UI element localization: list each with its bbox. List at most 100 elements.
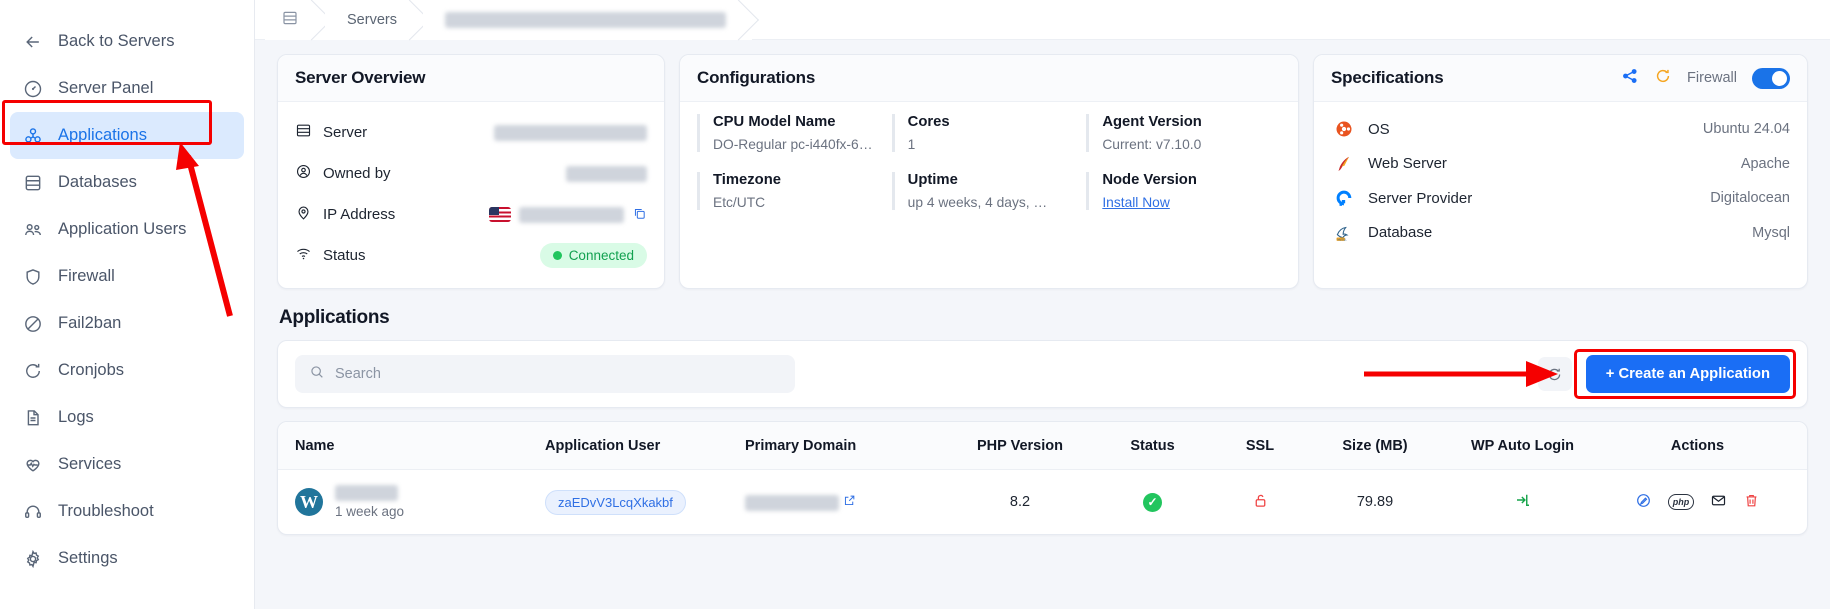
create-application-button[interactable]: + Create an Application [1585, 355, 1790, 393]
card-specifications: Specifications Firewall OS Ubuntu 24.04 … [1313, 54, 1808, 289]
cell-primary-domain: wergwerg.com [745, 494, 945, 511]
spec-value: Apache [1740, 155, 1790, 172]
mail-icon[interactable] [1710, 492, 1727, 513]
ban-icon [22, 313, 43, 334]
table-header-row: Name Application User Primary Domain PHP… [278, 422, 1807, 470]
sidebar-item-firewall[interactable]: Firewall [10, 253, 244, 300]
users-icon [22, 219, 43, 240]
mysql-dolphin-icon: MySQL [1331, 223, 1357, 243]
cell-ssl [1210, 492, 1310, 513]
trash-icon[interactable] [1743, 492, 1760, 513]
sidebar-item-applications[interactable]: Applications [10, 112, 244, 159]
sidebar-item-label: Databases [58, 173, 137, 191]
column-header-name: Name [295, 437, 335, 454]
spec-value: Ubuntu 24.04 [1702, 121, 1790, 138]
search-box[interactable] [295, 355, 795, 393]
annotation-arrow-to-create-button [1364, 361, 1558, 387]
config-cell-uptime: Uptime up 4 weeks, 4 days, … [891, 172, 1087, 210]
sidebar-item-label: Application Users [58, 220, 187, 238]
config-value: Current: v7.10.0 [1102, 137, 1202, 152]
table-row[interactable]: W wergwerg 1 week ago zaEDvV3LcqXkakbf w… [278, 470, 1807, 534]
sidebar-item-troubleshoot[interactable]: Troubleshoot [10, 488, 244, 535]
column-header-status: Status [1130, 437, 1175, 454]
refresh-icon[interactable] [1654, 67, 1672, 90]
card-body: Server whitelabel - dont - delete Owned … [278, 102, 664, 288]
application-created-ago: 1 week ago [335, 504, 405, 519]
install-now-link[interactable]: Install Now [1102, 195, 1169, 210]
config-key: Agent Version [1102, 114, 1202, 130]
status-dot-icon [552, 251, 562, 260]
overview-row-ip-address: IP Address 104.248.121.224 [295, 194, 647, 235]
sidebar-item-label: Server Panel [58, 79, 154, 97]
apps-grid-icon [22, 125, 43, 146]
content: Server Overview Server whitelabel - dont… [255, 40, 1830, 609]
sidebar-item-cronjobs[interactable]: Cronjobs [10, 347, 244, 394]
overview-row-owned-by: Owned by Smit Pipaliya [295, 153, 647, 194]
refresh-applications-button[interactable] [1537, 357, 1572, 391]
breadcrumb: Servers whitelabel - dont - delete (104.… [255, 0, 1830, 40]
column-header-application-user: Application User [545, 437, 661, 454]
overview-row-label: Server [323, 124, 368, 141]
overview-row-value: Smit Pipaliya [566, 165, 647, 182]
breadcrumb-home[interactable] [265, 0, 325, 40]
refresh-clock-icon [22, 360, 43, 381]
sidebar-item-back-to-servers[interactable]: Back to Servers [10, 18, 244, 65]
sidebar-item-fail2ban[interactable]: Fail2ban [10, 300, 244, 347]
status-ok-icon: ✓ [1143, 492, 1162, 512]
external-link-icon[interactable] [843, 495, 856, 511]
spec-label: Server Provider [1368, 189, 1473, 207]
breadcrumb-label: Servers [347, 11, 397, 28]
breadcrumb-current-server[interactable]: whitelabel - dont - delete (104.248.121.… [422, 0, 752, 40]
gear-icon [22, 548, 43, 569]
search-input[interactable] [335, 366, 781, 382]
config-cell-node-version: Node Version Install Now [1086, 172, 1281, 210]
firewall-toggle[interactable] [1752, 67, 1790, 89]
copy-icon[interactable] [632, 206, 647, 224]
config-value: Etc/UTC [713, 195, 766, 210]
config-value: DO-Regular pc-i440fx-6… [713, 137, 873, 152]
sidebar-item-server-panel[interactable]: Server Panel [10, 65, 244, 112]
config-value: 1 [907, 137, 916, 152]
cell-wp-auto-login [1440, 491, 1605, 513]
config-key: Uptime [907, 172, 958, 188]
column-header-size: Size (MB) [1342, 437, 1408, 454]
sidebar-item-settings[interactable]: Settings [10, 535, 244, 582]
cell-size-mb: 79.89 [1356, 494, 1394, 510]
card-title: Specifications [1331, 68, 1444, 87]
sidebar-item-application-users[interactable]: Application Users [10, 206, 244, 253]
heart-pulse-icon [22, 454, 43, 475]
breadcrumb-servers[interactable]: Servers [325, 0, 423, 40]
config-cell-cpu-model: CPU Model Name DO-Regular pc-i440fx-6… [697, 114, 892, 152]
applications-toolbar-panel: + Create an Application [277, 340, 1808, 408]
ssl-unlocked-icon[interactable] [1252, 494, 1269, 513]
spec-label: Web Server [1368, 155, 1447, 173]
share-nodes-icon[interactable] [1621, 67, 1639, 90]
apache-feather-icon [1331, 154, 1357, 174]
sidebar-item-logs[interactable]: Logs [10, 394, 244, 441]
spec-row-server-provider: Server Provider Digitalocean [1331, 181, 1790, 216]
sidebar-item-databases[interactable]: Databases [10, 159, 244, 206]
sidebar-item-label: Applications [58, 126, 147, 144]
edit-icon[interactable] [1635, 492, 1652, 513]
firewall-label: Firewall [1687, 70, 1737, 86]
app-root: Back to Servers Server Panel Application… [0, 0, 1830, 609]
spec-row-os: OS Ubuntu 24.04 [1331, 112, 1790, 147]
card-configurations: Configurations CPU Model Name DO-Regular… [679, 54, 1299, 289]
application-user-pill[interactable]: zaEDvV3LcqXkakbf [545, 489, 686, 515]
login-arrow-icon[interactable] [1514, 494, 1532, 513]
sidebar-item-label: Cronjobs [58, 361, 125, 379]
sidebar-item-label: Firewall [58, 267, 115, 285]
cell-name: W wergwerg 1 week ago [295, 485, 545, 519]
column-header-primary-domain: Primary Domain [745, 437, 857, 454]
overview-row-value: whitelabel - dont - delete [494, 124, 647, 141]
breadcrumb-label-redacted: whitelabel - dont - delete (104.248.121.… [444, 11, 726, 28]
php-icon[interactable]: php [1668, 494, 1694, 510]
cell-php-version: 8.2 [1009, 494, 1031, 510]
overview-row-server: Server whitelabel - dont - delete [295, 112, 647, 153]
spec-row-database: MySQL Database Mysql [1331, 216, 1790, 251]
config-key: Node Version [1102, 172, 1197, 188]
sidebar-item-services[interactable]: Services [10, 441, 244, 488]
config-value: up 4 weeks, 4 days, … [907, 195, 1048, 210]
config-key: Timezone [713, 172, 781, 188]
cell-actions: php [1605, 492, 1790, 513]
